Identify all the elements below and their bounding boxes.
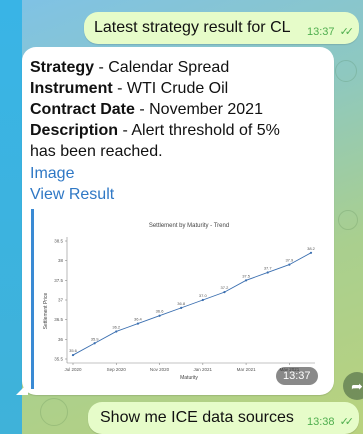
data-label: 36.6 xyxy=(156,309,165,314)
data-label: 36.4 xyxy=(134,317,143,322)
instrument-line: Instrument - WTI Crude Oil xyxy=(30,78,228,99)
message-text: Latest strategy result for CL xyxy=(94,19,291,36)
data-label: 38.2 xyxy=(307,246,316,251)
description-line: Description - Alert threshold of 5% xyxy=(30,120,280,141)
data-label: 35.9 xyxy=(91,336,100,341)
data-point xyxy=(266,271,269,274)
settlement-chart: Settlement by Maturity - Trend Maturity … xyxy=(43,223,316,381)
image-link[interactable]: Image xyxy=(30,165,74,183)
data-label: 37.2 xyxy=(221,285,230,290)
outgoing-message-bubble[interactable]: Show me ICE data sources 13:38 ✓✓ xyxy=(88,402,359,434)
left-edge-strip xyxy=(0,0,22,434)
data-point xyxy=(115,330,118,333)
contract-line: Contract Date - November 2021 xyxy=(30,99,263,120)
y-tick-label: 37.5 xyxy=(54,278,63,283)
message-time: 13:37 xyxy=(306,26,335,38)
data-point xyxy=(71,353,75,357)
data-point xyxy=(223,291,226,294)
image-timestamp: 13:37 xyxy=(276,367,318,385)
data-label: 37.7 xyxy=(264,265,273,270)
background-doodle xyxy=(335,60,357,82)
data-point xyxy=(288,263,291,266)
double-check-icon: ✓✓ xyxy=(339,416,355,428)
data-point xyxy=(93,342,96,345)
double-check-icon: ✓✓ xyxy=(339,26,355,38)
data-label: 37.5 xyxy=(242,273,251,278)
data-point xyxy=(180,306,183,309)
chart-title: Settlement by Maturity - Trend xyxy=(149,223,229,229)
y-tick-label: 35.5 xyxy=(54,357,63,362)
data-point xyxy=(309,251,313,254)
description-continued: has been reached. xyxy=(30,143,163,160)
background-doodle xyxy=(338,210,358,230)
message-meta: 13:37 ✓✓ xyxy=(306,25,355,38)
data-label: 36.2 xyxy=(112,324,121,329)
background-doodle xyxy=(40,398,68,426)
description-value: - Alert threshold of 5% xyxy=(118,122,280,139)
chart-preview-image[interactable]: Settlement by Maturity - Trend Maturity … xyxy=(39,211,329,389)
data-label: 37.0 xyxy=(199,293,208,298)
x-tick-label: Jul 2020 xyxy=(64,367,82,372)
data-label: 36.8 xyxy=(177,301,186,306)
strategy-value: - Calendar Spread xyxy=(94,59,230,76)
description-label: Description xyxy=(30,122,119,139)
share-arrow-icon[interactable]: ➦ xyxy=(343,372,363,400)
series-line xyxy=(72,252,312,356)
message-time: 13:38 xyxy=(306,416,335,428)
data-point xyxy=(136,322,140,325)
contract-value: - November 2021 xyxy=(134,101,263,118)
preview-quote-bar xyxy=(31,209,34,389)
strategy-line: Strategy - Calendar Spread xyxy=(30,57,229,78)
data-point xyxy=(244,279,248,282)
x-tick-label: Nov 2020 xyxy=(150,367,170,372)
message-meta: 13:38 ✓✓ xyxy=(306,415,355,428)
chart-xlabel: Maturity xyxy=(180,375,198,381)
data-point xyxy=(201,298,204,302)
message-text: Show me ICE data sources xyxy=(100,409,294,426)
y-tick-label: 37 xyxy=(58,298,64,303)
instrument-label: Instrument xyxy=(30,80,113,97)
x-tick-label: Jan 2021 xyxy=(194,367,213,372)
data-label: 35.6 xyxy=(69,348,78,353)
incoming-message-bubble[interactable]: Strategy - Calendar Spread Instrument - … xyxy=(16,47,334,395)
x-tick-label: Sep 2020 xyxy=(107,367,127,372)
y-tick-label: 36 xyxy=(58,337,64,342)
view-result-link[interactable]: View Result xyxy=(30,186,114,204)
data-point xyxy=(158,314,161,317)
x-tick-label: Mar 2021 xyxy=(237,367,257,372)
strategy-label: Strategy xyxy=(30,59,95,76)
y-tick-label: 38.5 xyxy=(54,239,63,244)
data-label: 37.9 xyxy=(285,258,294,263)
chart-ylabel: Settlement Price xyxy=(43,292,49,329)
contract-label: Contract Date xyxy=(30,101,135,118)
instrument-value: - WTI Crude Oil xyxy=(112,80,229,97)
outgoing-message-bubble[interactable]: Latest strategy result for CL 13:37 ✓✓ xyxy=(84,12,359,44)
y-tick-label: 36.5 xyxy=(54,317,63,322)
y-tick-label: 38 xyxy=(58,258,64,263)
